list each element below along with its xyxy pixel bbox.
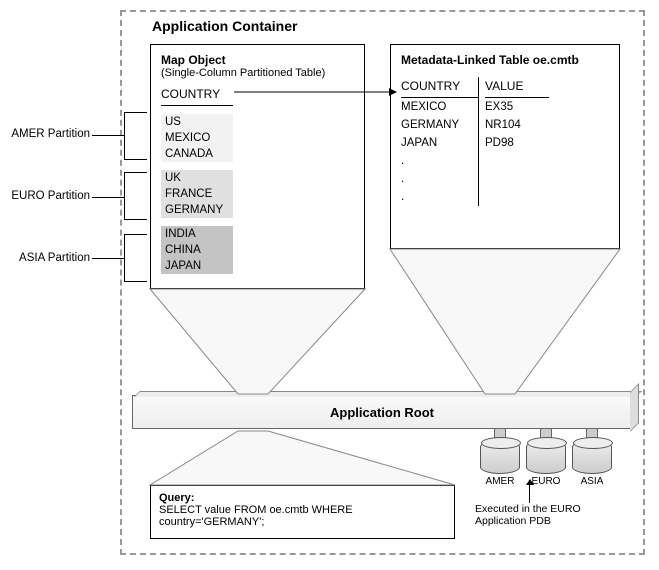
meta-col-value: VALUE bbox=[485, 77, 549, 98]
country-cell: US bbox=[161, 114, 233, 130]
container-title: Application Container bbox=[152, 18, 297, 34]
meta-cell: . bbox=[401, 152, 479, 170]
country-cell: INDIA bbox=[161, 226, 233, 242]
amer-partition-label: AMER Partition bbox=[10, 128, 90, 140]
meta-cell bbox=[485, 152, 549, 170]
query-title: Query: bbox=[159, 492, 446, 504]
euro-partition-rows: UK FRANCE GERMANY bbox=[161, 170, 354, 218]
exec-arrow bbox=[529, 484, 530, 503]
pdb-amer: AMER bbox=[480, 442, 520, 487]
map-object-box: Map Object (Single-Column Partitioned Ta… bbox=[150, 44, 365, 289]
cylinder-icon bbox=[480, 440, 520, 474]
euro-bracket bbox=[124, 172, 146, 220]
country-cell: UK bbox=[161, 170, 233, 186]
pdb-label: ASIA bbox=[572, 476, 612, 487]
country-cell: CANADA bbox=[161, 146, 233, 162]
meta-cell: . bbox=[401, 170, 479, 188]
country-cell: MEXICO bbox=[161, 130, 233, 146]
country-link-arrowhead bbox=[389, 88, 397, 96]
cylinder-icon bbox=[572, 440, 612, 474]
meta-cell: NR104 bbox=[485, 116, 549, 134]
meta-cell: . bbox=[401, 188, 479, 206]
query-box: Query: SELECT value FROM oe.cmtb WHERE c… bbox=[150, 485, 455, 539]
meta-cell: PD98 bbox=[485, 134, 549, 152]
meta-cell: EX35 bbox=[485, 98, 549, 116]
country-cell: CHINA bbox=[161, 242, 233, 258]
meta-col-country: COUNTRY bbox=[401, 77, 479, 98]
meta-cell bbox=[485, 188, 549, 206]
asia-connector bbox=[92, 258, 124, 259]
meta-cell: JAPAN bbox=[401, 134, 479, 152]
amer-partition-rows: US MEXICO CANADA bbox=[161, 114, 354, 162]
query-text: SELECT value FROM oe.cmtb WHERE country=… bbox=[159, 504, 446, 528]
meta-cell: MEXICO bbox=[401, 98, 479, 116]
cylinder-icon bbox=[526, 440, 566, 474]
meta-cell bbox=[485, 170, 549, 188]
amer-bracket bbox=[124, 112, 146, 160]
meta-cell: GERMANY bbox=[401, 116, 479, 134]
euro-partition-label: EURO Partition bbox=[10, 190, 90, 202]
amer-connector bbox=[92, 135, 124, 136]
meta-title: Metadata-Linked Table oe.cmtb bbox=[401, 53, 609, 67]
pdb-label: AMER bbox=[480, 476, 520, 487]
pdb-asia: ASIA bbox=[572, 442, 612, 487]
euro-connector bbox=[92, 197, 124, 198]
map-object-subtitle: (Single-Column Partitioned Table) bbox=[161, 67, 354, 79]
asia-partition-label: ASIA Partition bbox=[10, 252, 90, 264]
exec-note: Executed in the EURO Application PDB bbox=[475, 503, 615, 527]
asia-bracket bbox=[124, 234, 146, 282]
application-root-bar: Application Root bbox=[132, 395, 632, 429]
metadata-linked-box: Metadata-Linked Table oe.cmtb COUNTRY ME… bbox=[390, 44, 620, 249]
country-cell: JAPAN bbox=[161, 258, 233, 274]
map-col-header: COUNTRY bbox=[161, 87, 233, 106]
country-cell: GERMANY bbox=[161, 202, 233, 218]
map-object-title: Map Object bbox=[161, 53, 354, 67]
asia-partition-rows: INDIA CHINA JAPAN bbox=[161, 226, 354, 274]
meta-table: COUNTRY MEXICO GERMANY JAPAN . . . VALUE… bbox=[401, 77, 609, 206]
country-cell: FRANCE bbox=[161, 186, 233, 202]
